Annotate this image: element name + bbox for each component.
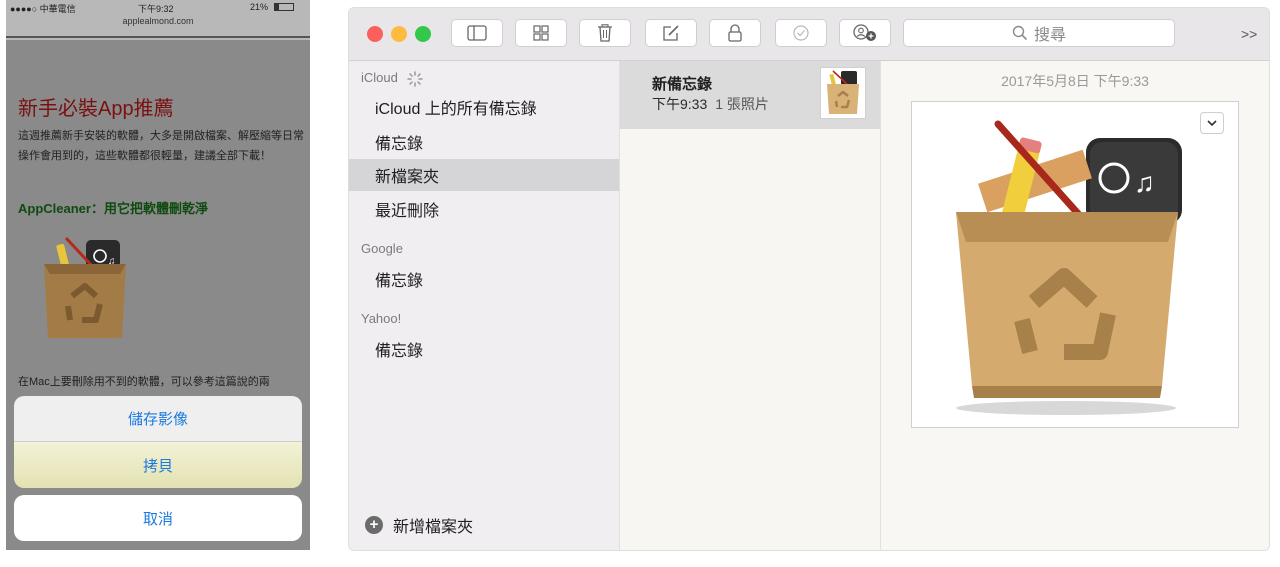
copy-button[interactable]: 拷貝 — [14, 442, 302, 488]
lock-icon — [728, 24, 742, 42]
svg-text:♫: ♫ — [1134, 167, 1155, 198]
note-title: 新備忘錄 — [652, 76, 713, 93]
compose-icon — [663, 25, 679, 41]
article-title: 新手必裝App推薦 — [18, 98, 174, 120]
article-paragraph: 這週推薦新手安裝的軟體，大多是開啟檔案、解壓縮等日常操作會用到的，這些軟體都很輕… — [18, 130, 304, 162]
toolbar-overflow-button[interactable]: >> — [1241, 26, 1257, 42]
delete-button[interactable] — [579, 19, 631, 47]
zoom-button[interactable] — [415, 26, 431, 42]
appcleaner-thumbnail-icon — [827, 70, 859, 114]
close-button[interactable] — [367, 26, 383, 42]
loading-spinner-icon — [407, 70, 424, 87]
note-list: 新備忘錄 下午9:33 1 張照片 — [620, 61, 881, 550]
share-action-sheet: 儲存影像 拷貝 — [14, 396, 302, 488]
appcleaner-icon[interactable]: ♫ — [30, 234, 140, 344]
save-image-button[interactable]: 儲存影像 — [14, 396, 302, 442]
cancel-button[interactable]: 取消 — [14, 495, 302, 541]
minimize-button[interactable] — [391, 26, 407, 42]
grid-icon — [533, 25, 549, 41]
sidebar-toggle-icon — [467, 25, 487, 41]
status-bar: ●●●●○ 中華電信 下午9:32 21% applealmond.com — [6, 0, 310, 40]
sidebar-item-google-notes[interactable]: 備忘錄 — [349, 263, 619, 295]
account-header-google: Google — [361, 241, 403, 256]
lock-button[interactable] — [709, 19, 761, 47]
carrier-label: ●●●●○ 中華電信 — [10, 4, 76, 14]
sidebar-item-all-icloud-notes[interactable]: iCloud 上的所有備忘錄 — [349, 91, 619, 123]
article-subtitle: AppCleaner：用它把軟體刪乾淨 — [18, 201, 208, 216]
battery-icon — [274, 3, 294, 11]
checklist-icon — [793, 25, 809, 41]
account-header-yahoo: Yahoo! — [361, 311, 402, 326]
checklist-button[interactable] — [775, 19, 827, 47]
sidebar-item-icloud-notes[interactable]: 備忘錄 — [349, 126, 619, 158]
sidebar-item-yahoo-notes[interactable]: 備忘錄 — [349, 333, 619, 365]
new-folder-button[interactable]: + 新增檔案夾 — [365, 513, 473, 537]
attachments-browser-button[interactable] — [515, 19, 567, 47]
toolbar: 搜尋 >> — [349, 8, 1269, 61]
sidebar-toggle-button[interactable] — [451, 19, 503, 47]
folders-sidebar: iCloud iCloud 上的所有備忘錄 備忘錄 新檔案夾 最近刪除 Goog… — [349, 61, 620, 550]
account-header-icloud: iCloud — [361, 70, 424, 87]
new-folder-label: 新增檔案夾 — [393, 519, 474, 536]
compose-button[interactable] — [645, 19, 697, 47]
add-people-button[interactable] — [839, 19, 891, 47]
status-time: 下午9:32 — [138, 4, 174, 14]
load-progress — [6, 36, 310, 38]
trash-icon — [598, 24, 612, 42]
iphone-screenshot: ●●●●○ 中華電信 下午9:32 21% applealmond.com 新手… — [6, 0, 310, 550]
article-paragraph-2: 在Mac上要刪除用不到的軟體，可以參考這篇說的兩 — [18, 376, 270, 388]
plus-icon: + — [365, 516, 383, 534]
sidebar-item-recently-deleted[interactable]: 最近刪除 — [349, 193, 619, 225]
address-bar[interactable]: applealmond.com — [6, 16, 310, 26]
search-field[interactable]: 搜尋 — [903, 19, 1175, 47]
search-placeholder: 搜尋 — [1033, 27, 1066, 44]
note-editor[interactable]: 2017年5月8日 下午9:33 ♫ — [881, 61, 1269, 550]
note-attachment: 1 張照片 — [715, 96, 769, 112]
note-date: 2017年5月8日 下午9:33 — [1001, 73, 1149, 89]
appcleaner-icon-large: ♫ — [956, 120, 1182, 415]
note-meta: 下午9:33 1 張照片 — [652, 94, 769, 114]
search-icon — [1012, 25, 1028, 41]
attachment-menu-button[interactable] — [1200, 112, 1224, 134]
chevron-down-icon — [1207, 120, 1217, 127]
sidebar-item-new-folder[interactable]: 新檔案夾 — [349, 159, 619, 191]
notes-window: 搜尋 >> iCloud iCloud 上的所有備忘錄 備忘錄 新檔案夾 最近刪… — [349, 8, 1269, 550]
note-time: 下午9:33 — [652, 96, 708, 112]
battery-label: 21% — [250, 2, 269, 12]
note-thumbnail — [820, 67, 866, 119]
add-people-icon — [853, 24, 876, 41]
image-attachment[interactable]: ♫ — [911, 101, 1239, 428]
list-item[interactable]: 新備忘錄 下午9:33 1 張照片 — [620, 61, 880, 129]
